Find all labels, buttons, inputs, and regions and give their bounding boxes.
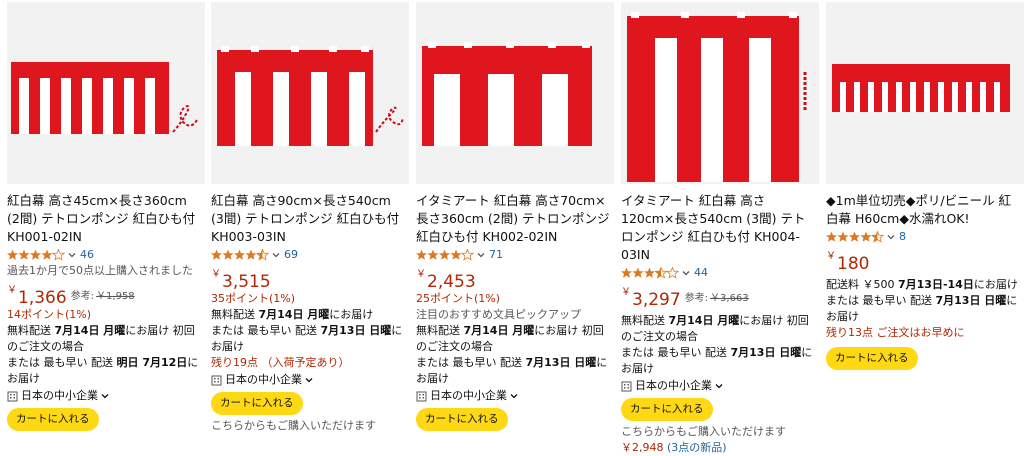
product-image[interactable] — [416, 2, 614, 184]
points: 14ポイント(1%) — [7, 308, 92, 321]
chevron-down-icon[interactable] — [681, 268, 691, 278]
rating[interactable]: 44 — [621, 265, 817, 281]
add-to-cart-button[interactable]: カートに入れる — [7, 408, 99, 431]
fastest-delivery: または 最も早い 配送 7月13日 日曜にお届け — [211, 324, 403, 353]
price[interactable]: ￥ 2,453 — [416, 269, 612, 291]
other-offers[interactable]: ￥2,948 (3点の新品) — [621, 440, 817, 456]
ref-label: 参考: — [70, 291, 95, 302]
product-image[interactable] — [211, 2, 409, 184]
seller-badge[interactable]: 日本の中小企業 — [211, 372, 407, 388]
chevron-down-icon[interactable] — [100, 391, 110, 401]
delivery-info: 無料配送 7月14日 月曜にお届け 初回のご注文の場合 — [7, 324, 195, 353]
delivery-info: 無料配送 7月14日 月曜にお届け — [211, 308, 374, 321]
star-rating-icon — [826, 231, 884, 243]
review-count[interactable]: 69 — [284, 247, 298, 263]
chevron-down-icon[interactable] — [271, 250, 281, 260]
fastest-delivery: または 最も早い 配送 7月13日 日曜にお届け — [416, 356, 608, 385]
product-title[interactable]: 紅白幕 高さ90cm×長さ540cm (3間) テトロンポンジ 紅白ひも付 KH… — [211, 192, 407, 246]
price-value: 1,366 — [18, 288, 67, 308]
review-count[interactable]: 44 — [694, 265, 708, 281]
product-image[interactable] — [826, 2, 1024, 184]
rating[interactable]: 69 — [211, 247, 407, 263]
building-icon — [416, 391, 427, 401]
price-value: 3,515 — [222, 272, 271, 292]
shipping-info: 配送料 ￥500 7月13日-14日にお届け — [826, 278, 1018, 291]
fastest-delivery: または 最も早い 配送 明日 7月12日にお届け — [7, 356, 199, 385]
list-price: ￥1,958 — [96, 291, 135, 302]
star-rating-icon — [621, 267, 679, 279]
add-to-cart-button[interactable]: カートに入れる — [416, 408, 508, 431]
price[interactable]: ￥ 180 — [826, 251, 1022, 273]
price[interactable]: ￥ 3,515 — [211, 269, 407, 291]
chevron-down-icon[interactable] — [476, 250, 486, 260]
delivery-info: 無料配送 7月14日 月曜にお届け 初回のご注文の場合 — [621, 314, 809, 343]
chevron-down-icon[interactable] — [304, 375, 314, 385]
price-value: 180 — [837, 254, 870, 274]
chevron-down-icon[interactable] — [714, 381, 724, 391]
product-card-3[interactable]: イタミアート 紅白幕 高さ70cm×長さ360cm (2間) テトロンポンジ 紅… — [416, 0, 614, 436]
bought-count: 過去1か月で50点以上購入されました — [7, 264, 193, 277]
product-title[interactable]: イタミアート 紅白幕 高さ120cm×長さ540cm (3間) テトロンポンジ … — [621, 192, 817, 264]
review-count[interactable]: 46 — [80, 247, 94, 263]
delivery-info: 無料配送 7月14日 月曜にお届け 初回のご注文の場合 — [416, 324, 604, 353]
product-card-1[interactable]: 紅白幕 高さ45cm×長さ360cm (2間) テトロンポンジ 紅白ひも付 KH… — [7, 0, 205, 436]
review-count[interactable]: 8 — [899, 229, 906, 245]
rating[interactable]: 8 — [826, 229, 1022, 245]
list-price: ￥3,663 — [710, 293, 749, 304]
building-icon — [7, 391, 18, 401]
points: 35ポイント(1%) — [211, 292, 296, 305]
rating[interactable]: 71 — [416, 247, 612, 263]
star-rating-icon — [211, 249, 269, 261]
stock-status: 残り19点 （入荷予定あり） — [211, 356, 350, 369]
pickup-note: 注目のおすすめ文具ピックアップ — [416, 308, 581, 321]
price[interactable]: ￥ 1,366 参考: ￥1,958 — [7, 285, 203, 307]
product-image[interactable] — [621, 2, 819, 184]
seller-badge[interactable]: 日本の中小企業 — [7, 388, 203, 404]
points: 25ポイント(1%) — [416, 292, 501, 305]
product-title[interactable]: 紅白幕 高さ45cm×長さ360cm (2間) テトロンポンジ 紅白ひも付 KH… — [7, 192, 203, 246]
add-to-cart-button[interactable]: カートに入れる — [211, 392, 303, 415]
product-card-2[interactable]: 紅白幕 高さ90cm×長さ540cm (3間) テトロンポンジ 紅白ひも付 KH… — [211, 0, 409, 436]
review-count[interactable]: 71 — [489, 247, 503, 263]
building-icon — [621, 381, 632, 391]
building-icon — [211, 375, 222, 385]
chevron-down-icon[interactable] — [509, 391, 519, 401]
star-rating-icon — [416, 249, 474, 261]
other-sellers[interactable]: こちらからもご購入いただけます — [621, 424, 817, 440]
price-value: 3,297 — [632, 290, 681, 310]
chevron-down-icon[interactable] — [67, 250, 77, 260]
price-value: 2,453 — [427, 272, 476, 292]
fastest-delivery: または 最も早い 配送 7月13日 日曜にお届け — [621, 346, 813, 375]
other-sellers[interactable]: こちらからもご購入いただけます — [211, 418, 407, 434]
product-image[interactable] — [7, 2, 205, 184]
ref-label: 参考: — [684, 293, 709, 304]
fastest-delivery: または 最も早い 配送 7月13日 日曜にお届け — [826, 294, 1018, 323]
product-title[interactable]: ◆1m単位切売◆ポリ/ビニール 紅白幕 H60cm◆水濡れOK! — [826, 192, 1022, 228]
add-to-cart-button[interactable]: カートに入れる — [826, 347, 918, 370]
stock-status: 残り13点 ご注文はお早めに — [826, 326, 965, 339]
product-card-4[interactable]: イタミアート 紅白幕 高さ120cm×長さ540cm (3間) テトロンポンジ … — [621, 0, 819, 454]
seller-badge[interactable]: 日本の中小企業 — [416, 388, 612, 404]
add-to-cart-button[interactable]: カートに入れる — [621, 398, 713, 421]
product-card-5[interactable]: ◆1m単位切売◆ポリ/ビニール 紅白幕 H60cm◆水濡れOK! 8 ￥ 180 — [826, 0, 1024, 436]
price[interactable]: ￥ 3,297 参考: ￥3,663 — [621, 287, 817, 309]
seller-badge[interactable]: 日本の中小企業 — [621, 378, 817, 394]
star-rating-icon — [7, 249, 65, 261]
chevron-down-icon[interactable] — [886, 232, 896, 242]
rating[interactable]: 46 — [7, 247, 203, 263]
product-title[interactable]: イタミアート 紅白幕 高さ70cm×長さ360cm (2間) テトロンポンジ 紅… — [416, 192, 612, 246]
